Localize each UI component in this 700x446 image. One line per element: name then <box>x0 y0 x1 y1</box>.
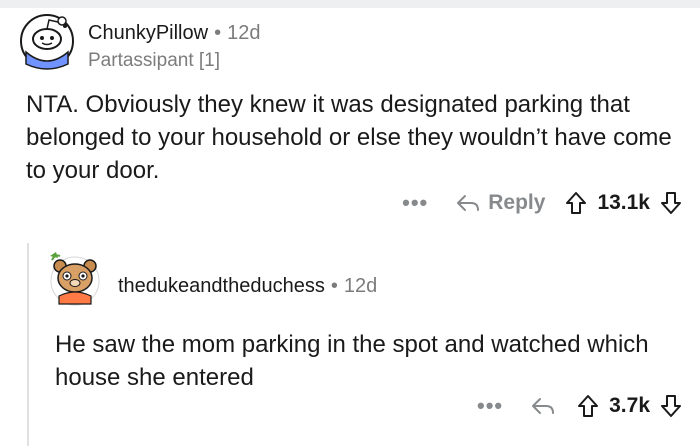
username[interactable]: thedukeandtheduchess <box>118 275 325 297</box>
downvote-arrow-icon[interactable] <box>660 394 682 418</box>
snoo-avatar-icon <box>20 14 74 70</box>
top-divider <box>0 0 700 8</box>
reply-arrow-icon[interactable] <box>456 192 480 214</box>
user-avatar[interactable] <box>18 12 76 70</box>
more-options-button[interactable]: ••• <box>477 393 503 419</box>
user-avatar[interactable] <box>46 250 104 308</box>
vote-score: 13.1k <box>597 191 650 214</box>
comment-actions: ••• Reply 13.1k <box>402 190 682 216</box>
user-flair: Partassipant [1] <box>88 50 221 71</box>
downvote-arrow-icon[interactable] <box>660 191 682 215</box>
comment-author[interactable]: ChunkyPillow • 12d <box>88 22 260 45</box>
reply-arrow-icon[interactable] <box>531 395 555 417</box>
upvote-arrow-icon[interactable] <box>577 394 599 418</box>
comment-age: 12d <box>227 22 261 44</box>
comment-actions: ••• 3.7k <box>477 393 682 419</box>
meta-separator: • <box>214 22 222 44</box>
meta-separator: • <box>330 275 338 297</box>
bear-avatar-icon <box>50 252 100 306</box>
upvote-arrow-icon[interactable] <box>565 191 587 215</box>
reply-button[interactable]: Reply <box>488 191 545 215</box>
more-options-button[interactable]: ••• <box>402 190 428 216</box>
vote-score: 3.7k <box>609 394 650 417</box>
comment-body: NTA. Obviously they knew it was designat… <box>26 91 672 184</box>
comment-age: 12d <box>343 275 378 297</box>
thread-line[interactable] <box>27 243 29 446</box>
comment-body: He saw the mom parking in the spot and w… <box>55 331 649 391</box>
username[interactable]: ChunkyPillow <box>88 22 208 44</box>
comment-author[interactable]: thedukeandtheduchess • 12d <box>118 275 377 298</box>
